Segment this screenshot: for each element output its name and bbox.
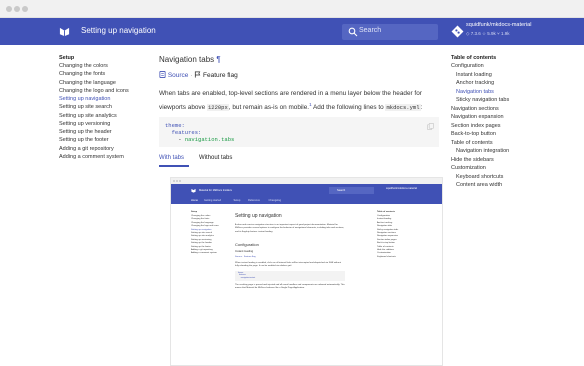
window-zoom-dot[interactable] — [22, 6, 28, 12]
preview-code: theme: features: - navigation.instant — [238, 272, 256, 279]
preview-header: Material for MkDocs Insiders Search squi… — [171, 184, 442, 197]
preview-tabs-bar: Home Getting started Setup Reference Changel… — [171, 197, 442, 204]
git-repository-icon[interactable] — [451, 25, 464, 38]
code-line-3: - navigation.tabs — [165, 136, 433, 143]
window-close-dot[interactable] — [6, 6, 12, 12]
sidebar-item[interactable]: Setting up site analytics — [59, 112, 159, 120]
toc-item[interactable]: Content area width — [451, 181, 581, 190]
repo-stats: ◇ 7.3.6 ☆ 5.9k ⑂ 1.9k — [466, 31, 510, 36]
toc-item[interactable]: Table of contents — [451, 139, 581, 148]
code-value: navigation.tabs — [184, 136, 235, 143]
sidebar-item[interactable]: Setting up navigation — [59, 95, 159, 103]
search-icon — [348, 27, 358, 37]
sidebar-item[interactable]: Changing the fonts — [59, 70, 159, 78]
preview-tab: Reference — [248, 199, 260, 202]
toc-item[interactable]: Keyboard shortcuts — [451, 173, 581, 182]
preview-toc-title: Table of contents — [377, 211, 395, 213]
toc-item[interactable]: Navigation sections — [451, 105, 581, 114]
preview-site-title: Material for MkDocs Insiders — [199, 188, 232, 192]
table-of-contents: Table of contents Configuration Instant l… — [451, 54, 581, 190]
sidebar-item[interactable]: Adding a comment system — [59, 153, 159, 161]
preview-paragraph-1: A clear and concise navigation structure… — [235, 224, 345, 233]
heading-permalink[interactable]: ¶ — [216, 55, 220, 64]
page-heading: Navigation tabs ¶ — [159, 54, 444, 66]
browser-chrome — [0, 0, 584, 18]
repo-name-link[interactable]: squidfunk/mkdocs-material — [466, 22, 531, 28]
para-end: : — [420, 104, 423, 112]
source-file-icon — [159, 71, 166, 78]
toc-item[interactable]: Navigation integration — [451, 147, 581, 156]
sidebar-item[interactable]: Changing the colors — [59, 62, 159, 70]
sidebar-item[interactable]: Setting up the header — [59, 128, 159, 136]
sidebar-item[interactable]: Setting up site search — [59, 103, 159, 111]
toc-item[interactable]: Customization — [451, 164, 581, 173]
yaml-code-block: theme: features: - navigation.tabs — [159, 117, 439, 147]
preview-dot — [173, 180, 175, 182]
screenshot-preview: Material for MkDocs Insiders Search squi… — [170, 177, 443, 366]
tabs-description: When tabs are enabled, top-level section… — [159, 88, 444, 113]
preview-nav-title: Setup — [191, 211, 198, 213]
preview-h3: Instant loading — [235, 249, 254, 253]
preview-tab: Setup — [233, 199, 241, 202]
preview-dot — [176, 180, 178, 182]
code-dash: - — [165, 136, 185, 143]
para-text-2: , but remain as-is on mobile. — [228, 104, 310, 112]
preview-tab: Changelog — [268, 199, 282, 202]
search-placeholder: Search — [359, 27, 382, 34]
copy-icon[interactable] — [427, 123, 434, 130]
feature-flag-label: Feature flag — [203, 72, 238, 79]
preview-tab: Getting started — [204, 199, 222, 202]
viewport-code: 1220px — [206, 104, 229, 112]
toc-item[interactable]: Instant loading — [451, 71, 581, 80]
preview-nav-item: Adding a comment system — [191, 252, 217, 255]
para-text-3: Add the following lines to — [311, 104, 384, 112]
preview-paragraph-3: The resulting page is parsed and injecte… — [235, 284, 345, 290]
active-tab-indicator — [159, 165, 189, 167]
tab-with-tabs[interactable]: With tabs — [159, 155, 184, 161]
sidebar-item[interactable]: Adding a git repository — [59, 145, 159, 153]
preview-subheading: Configuration — [235, 242, 259, 247]
sidebar-item[interactable]: Changing the logo and icons — [59, 87, 159, 95]
source-feature-line: Source · Feature flag — [159, 71, 238, 79]
sidebar-title: Setup — [59, 55, 75, 61]
search-input[interactable]: Search — [342, 24, 438, 40]
main-content: Navigation tabs ¶ Source · Feature flag … — [159, 54, 444, 366]
code-line-1: theme: — [165, 122, 185, 129]
material-logo-icon[interactable] — [59, 26, 70, 37]
toc-item[interactable]: Section index pages — [451, 122, 581, 131]
site-header: Setting up navigation Search squidfunk/m… — [0, 18, 584, 45]
preview-search: Search — [329, 187, 374, 194]
preview-repo: squidfunk/mkdocs-material — [386, 186, 417, 190]
mkdocs-yml-code: mkdocs.yml — [385, 104, 421, 112]
site-title: Setting up navigation — [81, 26, 156, 35]
preview-search-label: Search — [337, 189, 346, 192]
preview-source: Source · Feature flag — [235, 256, 256, 258]
window-minimize-dot[interactable] — [14, 6, 20, 12]
primary-sidebar: Setup Changing the colors Changing the fo… — [59, 54, 159, 161]
toc-item[interactable]: Sticky navigation tabs — [451, 96, 581, 105]
toc-item[interactable]: Anchor tracking — [451, 79, 581, 88]
preview-code-block: theme: features: - navigation.instant — [235, 271, 345, 281]
toc-item[interactable]: Back-to-top button — [451, 130, 581, 139]
toc-item[interactable]: Configuration — [451, 62, 581, 71]
sidebar-item[interactable]: Setting up versioning — [59, 120, 159, 128]
preview-paragraph-2: When instant loading is enabled, clicks … — [235, 262, 341, 268]
tab-without-tabs[interactable]: Without tabs — [199, 155, 232, 161]
preview-tab: Home — [191, 199, 198, 202]
toc-title: Table of contents — [451, 55, 497, 61]
source-link[interactable]: Source — [168, 72, 189, 79]
toc-item[interactable]: Hide the sidebars — [451, 156, 581, 165]
preview-toc-item: Keyboard shortcuts — [377, 255, 396, 258]
preview-heading: Setting up navigation — [235, 213, 282, 219]
preview-dot — [179, 180, 181, 182]
preview-logo-icon — [191, 188, 196, 193]
flag-icon — [195, 71, 201, 78]
sidebar-item[interactable]: Setting up the footer — [59, 136, 159, 144]
heading-text: Navigation tabs — [159, 55, 215, 64]
sidebar-item[interactable]: Changing the language — [59, 79, 159, 87]
toc-item[interactable]: Navigation tabs — [451, 88, 581, 97]
code-line-2: features: — [165, 129, 202, 136]
toc-item[interactable]: Navigation expansion — [451, 113, 581, 122]
